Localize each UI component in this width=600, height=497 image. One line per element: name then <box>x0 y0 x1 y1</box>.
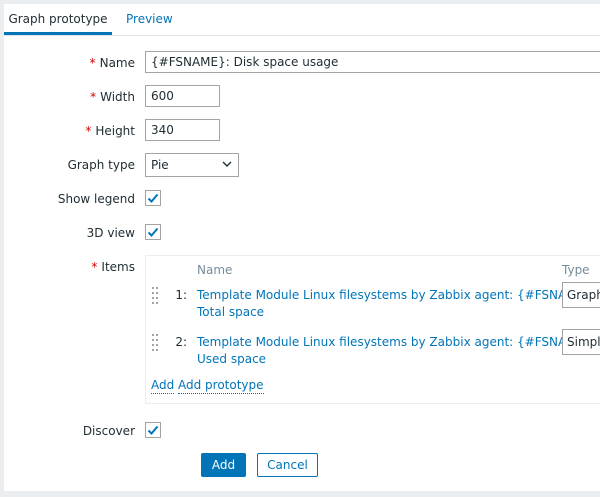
required-mark: * <box>90 90 97 104</box>
required-mark: * <box>89 56 96 70</box>
height-label: * Height <box>85 124 135 138</box>
cancel-button[interactable]: Cancel <box>257 453 318 477</box>
item-row-number: 1: <box>175 288 187 302</box>
graph-type-value: Pie <box>151 158 169 172</box>
add-item-link[interactable]: Add <box>151 378 175 394</box>
name-label: * Name <box>90 56 135 70</box>
item-link-line: Template Module Linux filesystems by Zab… <box>197 335 596 349</box>
add-button[interactable]: Add <box>201 453 246 477</box>
show-legend-checkbox[interactable] <box>145 190 161 206</box>
drag-handle-icon[interactable] <box>151 286 159 304</box>
name-input[interactable] <box>145 51 600 73</box>
height-input[interactable] <box>145 119 220 141</box>
item-link-total-space[interactable]: Template Module Linux filesystems by Zab… <box>197 287 596 321</box>
3d-view-checkbox[interactable] <box>145 224 161 240</box>
graph-type-select[interactable]: Pie <box>145 153 239 177</box>
3d-view-label: 3D view <box>86 226 135 240</box>
items-label: * Items <box>91 260 135 274</box>
name-label-text: Name <box>99 56 135 70</box>
item-link-line: Used space <box>197 352 267 366</box>
width-label: * Width <box>90 90 135 104</box>
item-type-select[interactable]: Simple <box>562 329 600 355</box>
items-label-text: Items <box>101 260 135 274</box>
required-mark: * <box>91 260 98 274</box>
show-legend-label: Show legend <box>57 192 135 206</box>
chevron-down-icon <box>222 161 232 167</box>
width-label-text: Width <box>100 90 135 104</box>
tab-preview[interactable]: Preview <box>122 4 177 34</box>
required-mark: * <box>85 124 92 138</box>
checkmark-icon <box>147 227 159 237</box>
drag-handle-icon[interactable] <box>151 333 159 351</box>
graph-type-label: Graph type <box>67 158 135 172</box>
item-link-line: Template Module Linux filesystems by Zab… <box>197 288 596 302</box>
item-link-line: Total space <box>197 305 265 319</box>
discover-label: Discover <box>82 424 135 438</box>
tab-graph-prototype[interactable]: Graph prototype <box>4 4 112 35</box>
item-link-used-space[interactable]: Template Module Linux filesystems by Zab… <box>197 334 596 368</box>
checkmark-icon <box>147 425 159 435</box>
column-header-type: Type <box>562 263 590 277</box>
item-row-number: 2: <box>175 335 187 349</box>
checkmark-icon <box>147 193 159 203</box>
form-panel: *Name *Width *Height Graph type Pie Show… <box>4 36 600 491</box>
items-table: Name Type 1: Template Module Linux files… <box>145 255 600 404</box>
item-type-select[interactable]: Graph sum <box>562 282 600 308</box>
column-header-name: Name <box>197 263 233 277</box>
width-input[interactable] <box>145 85 220 107</box>
add-prototype-link[interactable]: Add prototype <box>178 378 264 394</box>
tab-bar: Graph prototype Preview <box>4 4 600 36</box>
discover-checkbox[interactable] <box>145 422 161 438</box>
height-label-text: Height <box>95 124 135 138</box>
